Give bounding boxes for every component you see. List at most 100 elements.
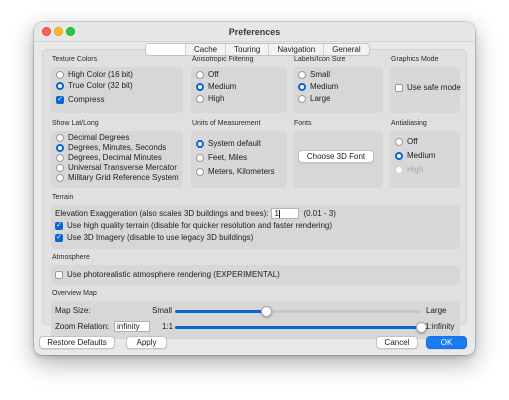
checkmark-icon[interactable]: ✓	[55, 233, 63, 242]
map-size-max-label: Large	[426, 306, 447, 315]
checkbox-label: Use safe mode	[407, 83, 461, 92]
restore-defaults-button[interactable]: Restore Defaults	[39, 336, 115, 349]
fonts-group: Choose 3D Font	[293, 131, 383, 188]
radio-size-medium[interactable]: Medium	[298, 82, 338, 91]
labels-icon-size-title: Labels/Icon Size	[294, 56, 346, 63]
radio-aniso-high[interactable]: High	[196, 94, 224, 103]
radio-label: Degrees, Decimal Minutes	[68, 153, 162, 162]
map-size-slider[interactable]	[175, 306, 421, 317]
preferences-window: Preferences Texture Colors High Color (1…	[34, 22, 475, 355]
radio-aa-medium[interactable]: Medium	[395, 151, 435, 160]
radio-label: High	[407, 165, 424, 174]
radio-label: Military Grid Reference System	[68, 173, 179, 182]
slider-thumb[interactable]	[261, 306, 272, 317]
anisotropic-filtering-title: Anisotropic Filtering	[192, 56, 254, 63]
tab-navigation[interactable]: Navigation	[268, 44, 323, 55]
radio-label: True Color (32 bit)	[68, 81, 133, 90]
radio-feet-miles[interactable]: Feet, Miles	[196, 153, 247, 162]
radio-decimal-degrees[interactable]: Decimal Degrees	[56, 133, 129, 142]
checkbox[interactable]	[55, 270, 63, 279]
radio-label: Medium	[407, 151, 436, 160]
high-quality-terrain-checkbox[interactable]: ✓ Use high quality terrain (disable for q…	[55, 221, 332, 230]
radio-button[interactable]	[395, 137, 403, 146]
safe-mode-checkbox[interactable]: Use safe mode	[395, 83, 461, 92]
slider-fill	[175, 326, 421, 329]
elevation-input[interactable]: 1	[271, 208, 300, 219]
checkbox-label: Compress	[68, 95, 105, 104]
tab-touring[interactable]: Touring	[225, 44, 268, 55]
antialiasing-group: Off Medium High	[390, 131, 460, 188]
radio-button[interactable]	[56, 173, 64, 182]
tab-general[interactable]: General	[323, 44, 368, 55]
radio-button[interactable]	[298, 94, 306, 103]
radio-button[interactable]	[196, 94, 204, 103]
antialiasing-title: Antialiasing	[391, 120, 427, 127]
radio-button-disabled	[395, 165, 403, 174]
radio-button[interactable]	[56, 133, 64, 142]
ok-button[interactable]: OK	[426, 336, 467, 349]
radio-aa-high: High	[395, 165, 423, 174]
radio-button[interactable]	[56, 70, 64, 79]
radio-button[interactable]	[56, 153, 64, 162]
radio-mgrs[interactable]: Military Grid Reference System	[56, 173, 179, 182]
radio-label: Medium	[208, 82, 237, 91]
3d-imagery-checkbox[interactable]: ✓ Use 3D Imagery (disable to use legacy 3…	[55, 233, 253, 242]
radio-system-default[interactable]: System default	[196, 139, 261, 148]
tab-content-panel: Texture Colors High Color (16 bit) True …	[42, 49, 467, 339]
radio-meters-km[interactable]: Meters, Kilometers	[196, 167, 275, 176]
radio-button-selected[interactable]	[196, 139, 204, 148]
radio-button[interactable]	[56, 163, 64, 172]
radio-dms[interactable]: Degrees, Minutes, Seconds	[56, 143, 166, 152]
radio-button-selected[interactable]	[298, 82, 306, 91]
radio-utm[interactable]: Universal Transverse Mercator	[56, 163, 177, 172]
radio-high-color[interactable]: High Color (16 bit)	[56, 70, 133, 79]
radio-size-small[interactable]: Small	[298, 70, 330, 79]
radio-label: Meters, Kilometers	[208, 167, 275, 176]
checkmark-icon[interactable]: ✓	[55, 221, 63, 230]
radio-button[interactable]	[196, 167, 204, 176]
radio-button[interactable]	[196, 153, 204, 162]
radio-button-selected[interactable]	[56, 143, 64, 152]
photorealistic-atmosphere-checkbox[interactable]: Use photorealistic atmosphere rendering …	[55, 270, 280, 279]
fonts-title: Fonts	[294, 120, 312, 127]
radio-button[interactable]	[298, 70, 306, 79]
zoom-relation-field-wrap: infinity	[114, 321, 150, 332]
zoom-max-label: 1:infinity	[425, 322, 455, 331]
map-size-label: Map Size:	[55, 306, 91, 315]
tab-blank[interactable]	[146, 44, 185, 55]
radio-ddm[interactable]: Degrees, Decimal Minutes	[56, 153, 162, 162]
atmosphere-title: Atmosphere	[52, 254, 90, 261]
checkmark-icon[interactable]: ✓	[56, 95, 64, 104]
radio-aniso-off[interactable]: Off	[196, 70, 219, 79]
zoom-min-label: 1:1	[162, 322, 174, 331]
radio-button-selected[interactable]	[196, 82, 204, 91]
elevation-range: (0.01 - 3)	[303, 209, 336, 218]
radio-aa-off[interactable]: Off	[395, 137, 418, 146]
zoom-relation-slider[interactable]	[175, 322, 427, 333]
tab-cache[interactable]: Cache	[185, 44, 225, 55]
slider-fill	[175, 310, 266, 313]
atmosphere-group: Use photorealistic atmosphere rendering …	[51, 265, 460, 285]
radio-aniso-medium[interactable]: Medium	[196, 82, 236, 91]
radio-label: Feet, Miles	[208, 153, 248, 162]
checkbox[interactable]	[395, 83, 403, 92]
radio-size-large[interactable]: Large	[298, 94, 330, 103]
zoom-relation-input[interactable]: infinity	[114, 321, 150, 332]
texture-colors-title: Texture Colors	[52, 56, 98, 63]
map-size-min-label: Small	[152, 306, 173, 315]
choose-3d-font-button[interactable]: Choose 3D Font	[298, 150, 374, 163]
anisotropic-filtering-group: Off Medium High	[191, 67, 287, 113]
terrain-title: Terrain	[52, 194, 74, 201]
radio-true-color[interactable]: True Color (32 bit)	[56, 81, 133, 90]
texture-colors-group: High Color (16 bit) True Color (32 bit) …	[51, 67, 183, 113]
checkbox-label: Use high quality terrain (disable for qu…	[67, 221, 333, 230]
text-cursor	[278, 209, 280, 218]
compress-checkbox[interactable]: ✓ Compress	[56, 95, 104, 104]
radio-button-selected[interactable]	[395, 151, 403, 160]
cancel-button[interactable]: Cancel	[376, 336, 418, 349]
radio-button-selected[interactable]	[56, 81, 64, 90]
radio-button[interactable]	[196, 70, 204, 79]
zoom-relation-label: Zoom Relation:	[55, 322, 110, 331]
terrain-group: Elevation Exaggeration (also scales 3D b…	[51, 205, 460, 249]
apply-button[interactable]: Apply	[126, 336, 167, 349]
